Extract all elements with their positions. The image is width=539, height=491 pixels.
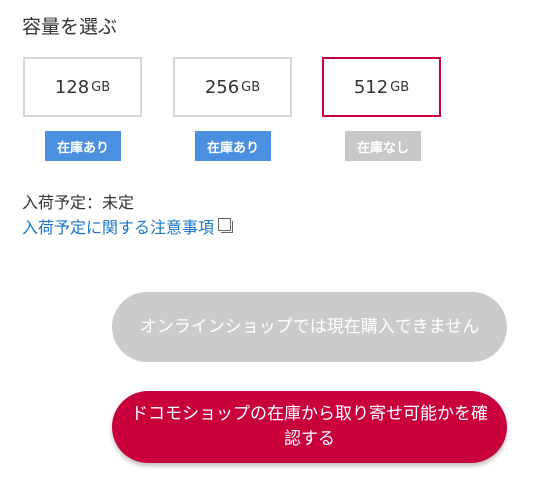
check-store-stock-button[interactable]: ドコモショップの在庫から取り寄せ可能かを確認する — [112, 391, 507, 463]
arrival-notice-link-text: 入荷予定に関する注意事項 — [22, 218, 215, 237]
stock-badge-128: 在庫あり — [45, 131, 121, 161]
capacity-value: 256 — [204, 76, 240, 98]
external-window-icon — [218, 218, 234, 234]
capacity-option-512[interactable]: 512 GB — [322, 57, 441, 117]
section-title: 容量を選ぶ — [22, 16, 118, 38]
arrival-notice-link[interactable]: 入荷予定に関する注意事項 — [22, 214, 234, 238]
online-purchase-unavailable-button: オンラインショップでは現在購入できません — [112, 292, 507, 362]
capacity-option-128[interactable]: 128 GB — [23, 57, 142, 117]
capacity-value: 512 — [353, 76, 389, 98]
arrival-status: 入荷予定：未定 — [22, 193, 135, 212]
capacity-value: 128 — [54, 76, 90, 98]
capacity-option-256[interactable]: 256 GB — [173, 57, 292, 117]
stock-badge-512: 在庫なし — [345, 131, 421, 161]
capacity-unit: GB — [91, 79, 111, 95]
stock-badge-256: 在庫あり — [195, 131, 271, 161]
capacity-unit: GB — [241, 79, 261, 95]
capacity-unit: GB — [390, 79, 410, 95]
